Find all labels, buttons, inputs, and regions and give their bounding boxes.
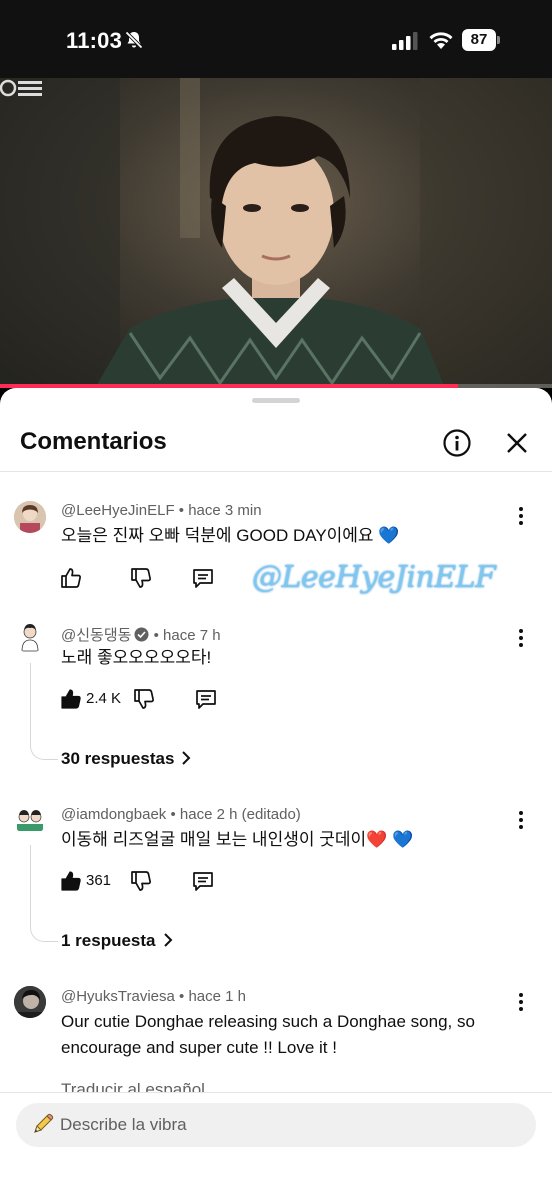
verified-icon (134, 627, 149, 642)
battery-level: 87 (462, 29, 496, 51)
avatar[interactable] (14, 986, 46, 1018)
avatar[interactable] (14, 804, 46, 836)
thumb-up-icon[interactable] (60, 567, 82, 589)
comment-text: 노래 좋오오오오오타! (61, 648, 212, 667)
thumb-down-icon[interactable] (133, 688, 155, 710)
comment-author[interactable]: @HyuksTraviesa (61, 988, 175, 1005)
thread-line (30, 663, 58, 760)
thumb-down-icon[interactable] (130, 870, 152, 892)
replies-label: 1 respuesta (61, 931, 156, 950)
comment-text: 오늘은 진짜 오빠 덕분에 GOOD DAY이에요 💙 (61, 526, 400, 545)
like-count: 361 (86, 872, 112, 889)
comment-time: hace 2 h (editado) (179, 806, 301, 823)
comment-input-container[interactable] (16, 1103, 536, 1147)
avatar[interactable] (14, 501, 46, 533)
kebab-icon[interactable] (513, 506, 529, 526)
comment-icon[interactable] (192, 870, 214, 892)
comment-text: Our cutie Donghae releasing such a Dongh… (61, 1012, 475, 1057)
pencil-icon (34, 1113, 54, 1133)
comment-author[interactable]: @LeeHyeJinELF (61, 502, 175, 519)
comment-input-bar (0, 1092, 552, 1200)
chevron-right-icon (163, 933, 172, 947)
comment-meta: @신동댕동 • hace 7 h (61, 627, 221, 644)
comment-meta: @iamdongbaek • hace 2 h (editado) (61, 806, 301, 823)
channel-watermark-icon (0, 79, 42, 97)
video-frame (0, 78, 552, 388)
comment-actions: 2.4 K (60, 688, 360, 712)
chevron-right-icon (182, 751, 191, 765)
comment-actions: 361 (60, 870, 360, 894)
drag-handle[interactable] (252, 398, 300, 403)
comment-time: hace 7 h (163, 627, 221, 644)
comment-text: 이동해 리즈얼굴 매일 보는 내인생이 굿데이❤️ 💙 (61, 830, 414, 849)
info-circle-icon[interactable] (442, 428, 472, 458)
battery-indicator: 87 (462, 29, 500, 51)
bell-slash-icon (125, 31, 143, 49)
replies-button[interactable]: 30 respuestas (61, 749, 192, 769)
comment-time: hace 1 h (188, 988, 247, 1005)
kebab-icon[interactable] (513, 992, 529, 1012)
comment-icon[interactable] (192, 567, 214, 589)
comment-time: hace 3 min (188, 502, 262, 519)
thumb-up-icon[interactable] (60, 870, 82, 892)
comment-author[interactable]: @신동댕동 (61, 627, 131, 644)
replies-label: 30 respuestas (61, 749, 175, 768)
thumb-down-icon[interactable] (130, 567, 152, 589)
comment-author[interactable]: @iamdongbaek (61, 806, 166, 823)
thread-line (30, 845, 58, 942)
sheet-title: Comentarios (20, 428, 167, 455)
comment-meta: @LeeHyeJinELF • hace 3 min (61, 502, 262, 519)
comment-icon[interactable] (195, 688, 217, 710)
signal-icon (392, 32, 418, 50)
avatar[interactable] (14, 621, 46, 653)
comment-input[interactable] (60, 1103, 520, 1147)
status-time: 11:03 (66, 28, 123, 53)
like-count: 2.4 K (86, 690, 122, 707)
thumb-up-icon[interactable] (60, 688, 82, 710)
comment-meta: @HyuksTraviesa • hace 1 h (61, 988, 247, 1005)
status-bar: 11:03 87 (0, 0, 552, 78)
close-icon[interactable] (502, 428, 532, 458)
overlay-watermark: @LeeHyeJinELF (252, 560, 496, 595)
kebab-icon[interactable] (513, 628, 529, 648)
video-player[interactable] (0, 78, 552, 388)
wifi-icon (429, 32, 453, 49)
replies-button[interactable]: 1 respuesta (61, 931, 174, 951)
kebab-icon[interactable] (513, 810, 529, 830)
header-divider (0, 471, 552, 472)
comments-sheet: Comentarios @LeeHyeJinELF • hace 3 min 오… (0, 388, 552, 1200)
